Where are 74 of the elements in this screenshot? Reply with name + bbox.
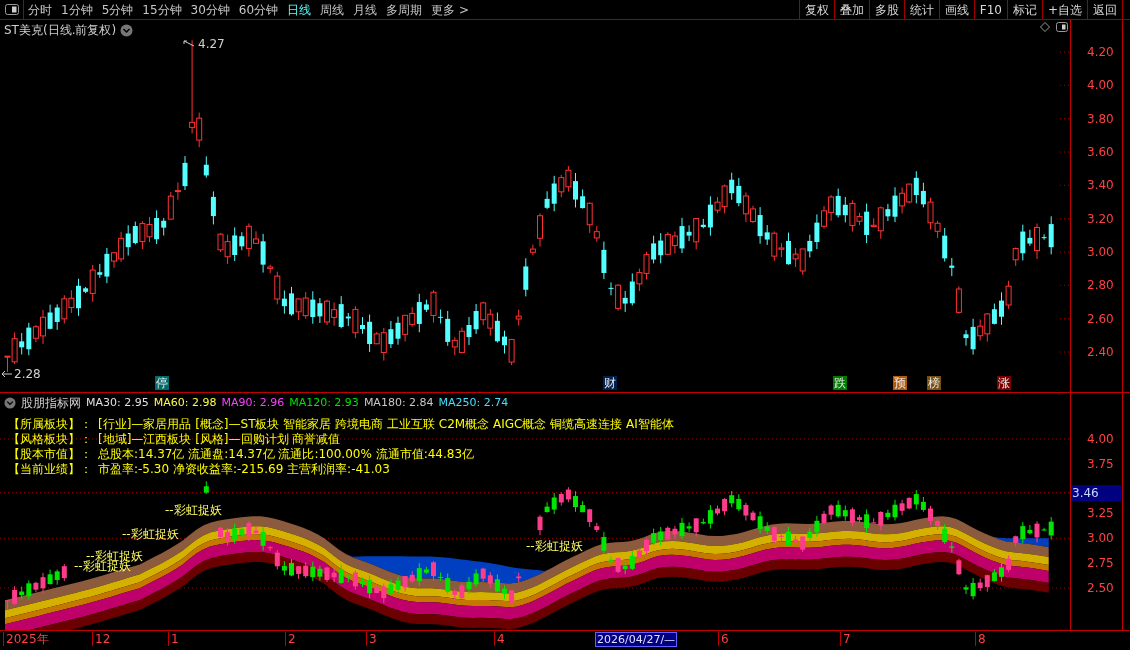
toolbar-button[interactable]: 多股 xyxy=(868,0,904,19)
toolbar-button[interactable]: +自选 xyxy=(1041,0,1087,19)
event-marker[interactable]: 涨 xyxy=(997,376,1011,390)
toolbar-button[interactable]: 复权 xyxy=(798,0,834,19)
axis-label: 3.80 xyxy=(1087,110,1114,127)
date-label: 12 xyxy=(92,632,111,646)
axis-label: 3.00 xyxy=(1087,530,1114,547)
period-tab[interactable]: 分时 xyxy=(28,0,52,19)
axis-label: 2.50 xyxy=(1087,579,1114,596)
moving-average-value: MA60: 2.98 xyxy=(153,394,217,411)
axis-label: 3.00 xyxy=(1087,244,1114,260)
period-tab[interactable]: 更多 > xyxy=(431,0,469,19)
toolbar-button[interactable]: 叠加 xyxy=(833,0,869,19)
date-label: 3 xyxy=(366,632,377,646)
date-label: 1 xyxy=(168,632,179,646)
axis-label: 3.40 xyxy=(1087,177,1114,194)
axis-label: 2.60 xyxy=(1087,310,1114,327)
info-value: [地域]—江西板块 [风格]—回购计划 商誉减值 xyxy=(98,432,341,447)
info-key: 【所属板块】： xyxy=(8,417,92,432)
moving-average-value: MA90: 2.96 xyxy=(221,394,285,411)
stock-title: ST美克(日线.前复权) xyxy=(4,22,117,39)
date-label: 2 xyxy=(285,632,296,646)
period-tab[interactable]: 1分钟 xyxy=(61,0,93,19)
moving-average-value: MA30: 2.95 xyxy=(86,394,149,411)
toolbar-button[interactable]: 画线 xyxy=(938,0,974,19)
toolbar-button[interactable]: 统计 xyxy=(903,0,939,19)
info-value: 总股本:14.37亿 流通盘:14.37亿 流通比:100.00% 流通市值:44.83亿 xyxy=(98,447,475,462)
axis-label: 3.20 xyxy=(1087,210,1114,227)
event-marker[interactable]: 停 xyxy=(155,376,169,390)
signal-label: --彩虹捉妖 xyxy=(165,503,222,517)
axis-label: 4.20 xyxy=(1087,44,1114,60)
axis-label: 4.00 xyxy=(1087,77,1114,94)
period-tab[interactable]: 5分钟 xyxy=(101,0,134,19)
period-tab[interactable]: 日线 xyxy=(287,0,312,19)
date-label: 7 xyxy=(840,632,851,646)
toolbar-button[interactable]: 标记 xyxy=(1006,0,1042,19)
date-cursor-label: 2026/04/27/— xyxy=(595,632,678,647)
event-marker[interactable]: 预 xyxy=(893,376,907,390)
indicator-name: 股朋指标网 xyxy=(21,395,81,412)
moving-average-value: MA250: 2.74 xyxy=(438,394,509,411)
date-label: 4 xyxy=(494,632,505,646)
axis-label: 3.60 xyxy=(1087,144,1114,160)
period-tab[interactable]: 月线 xyxy=(353,0,378,19)
period-tab[interactable]: 60分钟 xyxy=(238,0,279,19)
period-tab[interactable]: 多周期 xyxy=(386,0,423,19)
period-tab[interactable]: 周线 xyxy=(320,0,345,19)
signal-label: --彩虹捉妖 xyxy=(122,527,179,541)
date-label: 6 xyxy=(718,632,729,646)
info-key: 【风格板块】： xyxy=(8,432,92,447)
toolbar-button[interactable]: 返回 xyxy=(1087,0,1122,19)
info-value: 市盈率:-5.30 净资收益率:-215.69 主营利润率:-41.03 xyxy=(98,462,390,477)
info-key: 【股本市值】： xyxy=(8,447,92,462)
axis-label: 2.40 xyxy=(1087,344,1114,360)
event-marker[interactable]: 跌 xyxy=(833,376,847,390)
axis-label: 2.75 xyxy=(1087,555,1114,572)
signal-label: --彩虹捉妖 xyxy=(526,539,583,553)
info-value: [行业]—家居用品 [概念]—ST板块 智能家居 跨境电商 工业互联 C2M概念 AIGC概念 铜缆高速连接 AI智能体 xyxy=(98,417,674,432)
period-tab[interactable]: 15分钟 xyxy=(142,0,182,19)
moving-average-value: MA180: 2.84 xyxy=(363,394,434,411)
info-key: 【当前业绩】： xyxy=(8,462,92,477)
toolbar-button[interactable]: F10 xyxy=(973,0,1007,19)
event-marker[interactable]: 榜 xyxy=(927,376,941,390)
axis-label: 3.25 xyxy=(1087,505,1114,522)
date-label: 2025年 xyxy=(3,632,49,646)
period-tab[interactable]: 30分钟 xyxy=(190,0,230,19)
axis-label: 2.80 xyxy=(1087,277,1114,294)
axis-label: 4.00 xyxy=(1087,431,1114,447)
moving-average-value: MA120: 2.93 xyxy=(289,394,359,411)
low-price-label: 2.28 xyxy=(14,368,41,380)
current-price-label: 3.46 xyxy=(1071,484,1121,501)
event-marker[interactable]: 财 xyxy=(603,376,617,390)
high-price-label: 4.27 xyxy=(198,38,225,50)
date-label: 8 xyxy=(975,632,986,646)
axis-label: 3.75 xyxy=(1087,455,1114,472)
